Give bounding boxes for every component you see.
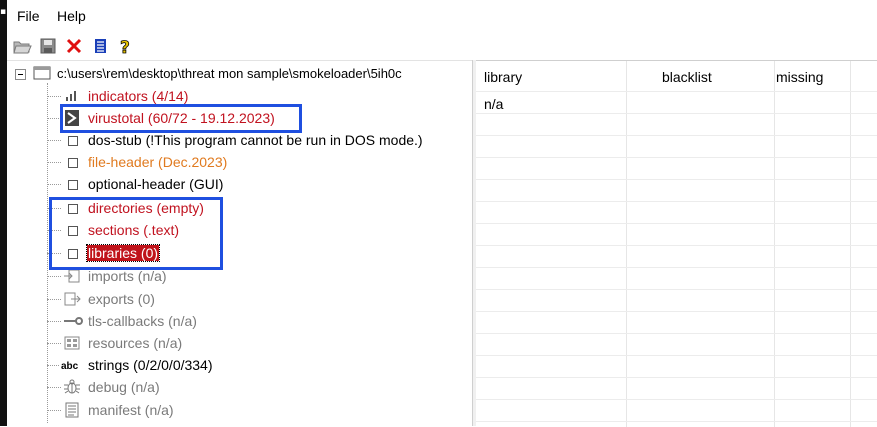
tree-item-optional-header[interactable]: optional-header (GUI)	[7, 173, 472, 195]
save-icon[interactable]	[38, 36, 58, 56]
open-icon[interactable]	[12, 36, 32, 56]
background-window-edge: ▪	[0, 0, 7, 426]
tree-item-label: dos-stub (!This program cannot be run in…	[88, 132, 423, 148]
tree-root-label: c:\users\rem\desktop\threat mon sample\s…	[57, 66, 402, 81]
menu-bar: File Help	[7, 0, 877, 30]
detail-grid[interactable]: library blacklist missing n/a	[476, 60, 877, 427]
table-cell-library[interactable]: n/a	[484, 96, 503, 112]
imports-icon	[64, 269, 80, 283]
tree-item-label: imports (n/a)	[88, 268, 167, 284]
abc-icon: abc	[61, 361, 79, 372]
node-checkbox	[68, 180, 78, 190]
menu-help[interactable]: Help	[57, 8, 86, 24]
menu-file[interactable]: File	[17, 8, 40, 24]
tree-item-strings[interactable]: abc strings (0/2/0/0/334)	[7, 354, 472, 376]
tree-item-label: resources (n/a)	[88, 335, 183, 351]
toolbar	[7, 30, 877, 60]
tree-item-exports[interactable]: exports (0)	[7, 288, 472, 310]
tree-item-label: manifest (n/a)	[88, 402, 174, 418]
tree-item-label: strings (0/2/0/0/334)	[88, 357, 213, 373]
callback-icon	[64, 317, 83, 325]
manifest-icon	[65, 402, 79, 418]
tree-item-label: optional-header (GUI)	[88, 176, 224, 192]
tree-item-label: file-header (Dec.2023)	[88, 154, 228, 170]
tree-item-debug[interactable]: debug (n/a)	[7, 376, 472, 398]
tree-item-label: indicators (4/14)	[88, 88, 189, 104]
annotation-box-virustotal	[60, 104, 302, 133]
tree-item-label: tls-callbacks (n/a)	[88, 313, 197, 329]
column-header-missing[interactable]: missing	[776, 69, 823, 85]
file-icon	[33, 66, 51, 80]
tree-item-label: debug (n/a)	[88, 379, 160, 395]
tree-item-resources[interactable]: resources (n/a)	[7, 332, 472, 354]
collapse-icon[interactable]	[15, 69, 26, 80]
exports-icon	[64, 292, 81, 306]
bar-chart-icon	[66, 91, 76, 101]
edge-glyph: ▪	[0, 7, 7, 17]
tree-item-manifest[interactable]: manifest (n/a)	[7, 399, 472, 421]
resources-icon	[64, 336, 80, 350]
tree-root[interactable]: c:\users\rem\desktop\threat mon sample\s…	[7, 63, 472, 85]
tree-item-label: exports (0)	[88, 291, 155, 307]
annotation-box-directories-sections-libraries	[49, 197, 223, 270]
list-icon[interactable]	[90, 36, 110, 56]
node-checkbox	[68, 158, 78, 168]
close-icon[interactable]	[64, 36, 84, 56]
tree-item-tls-callbacks[interactable]: tls-callbacks (n/a)	[7, 310, 472, 332]
tree-view[interactable]: c:\users\rem\desktop\threat mon sample\s…	[7, 60, 472, 427]
node-checkbox	[68, 136, 78, 146]
column-header-library[interactable]: library	[484, 69, 522, 85]
tree-item-file-header[interactable]: file-header (Dec.2023)	[7, 151, 472, 173]
bug-icon	[64, 379, 80, 394]
column-header-blacklist[interactable]: blacklist	[662, 69, 712, 85]
help-icon[interactable]: ?	[116, 36, 136, 56]
svg-text:?: ?	[120, 38, 130, 56]
